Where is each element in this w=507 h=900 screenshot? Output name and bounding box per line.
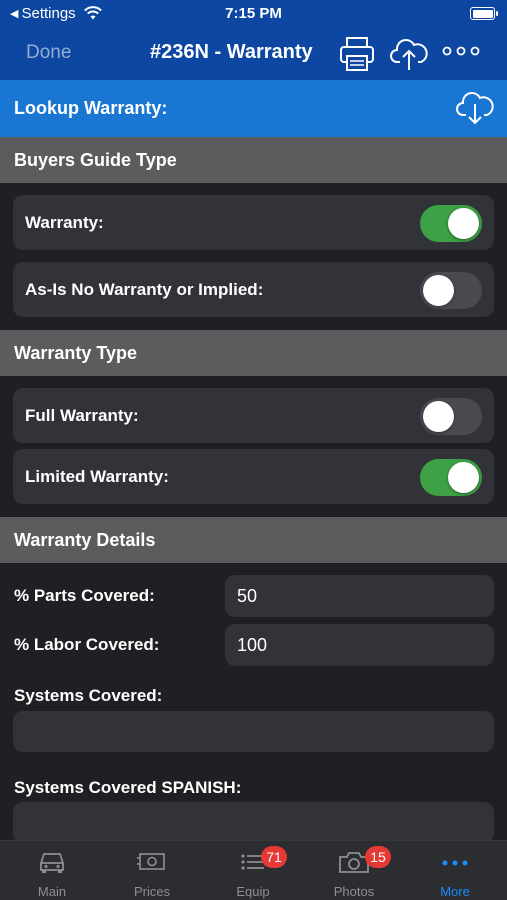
lookup-warranty-label: Lookup Warranty: (14, 98, 168, 118)
warranty-toggle[interactable] (420, 205, 482, 242)
tab-label: More (440, 884, 470, 899)
price-tag-icon (137, 853, 165, 870)
as-is-toggle[interactable] (420, 272, 482, 309)
page-title: #236N - Warranty (150, 41, 313, 63)
section-header-warranty-type: Warranty Type (0, 330, 507, 376)
full-warranty-label: Full Warranty: (25, 406, 139, 425)
systems-covered-spanish-label: Systems Covered SPANISH: (14, 778, 242, 797)
nav-bar: Done #236N - Warranty (0, 28, 507, 80)
systems-covered-input[interactable] (13, 711, 494, 752)
parts-covered-label: % Parts Covered: (14, 586, 155, 605)
tab-main[interactable]: Main (2, 841, 102, 900)
full-warranty-toggle[interactable] (420, 398, 482, 435)
print-icon[interactable] (338, 34, 376, 74)
warranty-label: Warranty: (25, 213, 104, 232)
section-header-buyers-guide: Buyers Guide Type (0, 137, 507, 183)
status-bar: ◀ Settings 7:15 PM (0, 0, 507, 28)
section-header-warranty-details: Warranty Details (0, 517, 507, 563)
tab-label: Main (37, 884, 67, 899)
limited-warranty-toggle[interactable] (420, 459, 482, 496)
cloud-download-icon[interactable] (455, 89, 495, 127)
battery-icon (470, 7, 498, 20)
more-options-icon[interactable] (442, 44, 480, 58)
limited-warranty-row: Limited Warranty: (13, 449, 494, 504)
lookup-warranty-bar[interactable]: Lookup Warranty: (0, 80, 507, 137)
tab-label: Prices (133, 884, 171, 899)
warranty-row: Warranty: (13, 195, 494, 250)
systems-covered-spanish-input[interactable] (13, 802, 494, 843)
done-button[interactable]: Done (26, 42, 71, 64)
labor-covered-input[interactable]: 100 (225, 624, 494, 666)
more-dots-icon (442, 860, 468, 866)
systems-covered-label: Systems Covered: (14, 686, 163, 705)
photos-badge: 15 (365, 846, 391, 868)
equip-badge: 71 (261, 846, 287, 868)
as-is-row: As-Is No Warranty or Implied: (13, 262, 494, 317)
tab-bar: Main Prices 71 Equip 15 Photos More (0, 840, 507, 900)
section-title: Warranty Type (14, 343, 138, 363)
parts-covered-input[interactable]: 50 (225, 575, 494, 617)
limited-warranty-label: Limited Warranty: (25, 467, 169, 486)
tab-more[interactable]: More (405, 841, 505, 900)
tab-photos[interactable]: 15 Photos (304, 841, 404, 900)
car-icon (40, 853, 64, 873)
tab-equip[interactable]: 71 Equip (203, 841, 303, 900)
status-time: 7:15 PM (225, 5, 282, 22)
section-title: Warranty Details (14, 530, 156, 550)
tab-label: Equip (236, 884, 270, 899)
labor-covered-label: % Labor Covered: (14, 635, 160, 654)
as-is-label: As-Is No Warranty or Implied: (25, 280, 264, 299)
section-title: Buyers Guide Type (14, 150, 177, 170)
full-warranty-row: Full Warranty: (13, 388, 494, 443)
cloud-upload-icon[interactable] (389, 34, 429, 74)
tab-label: Photos (333, 884, 375, 899)
tab-prices[interactable]: Prices (102, 841, 202, 900)
